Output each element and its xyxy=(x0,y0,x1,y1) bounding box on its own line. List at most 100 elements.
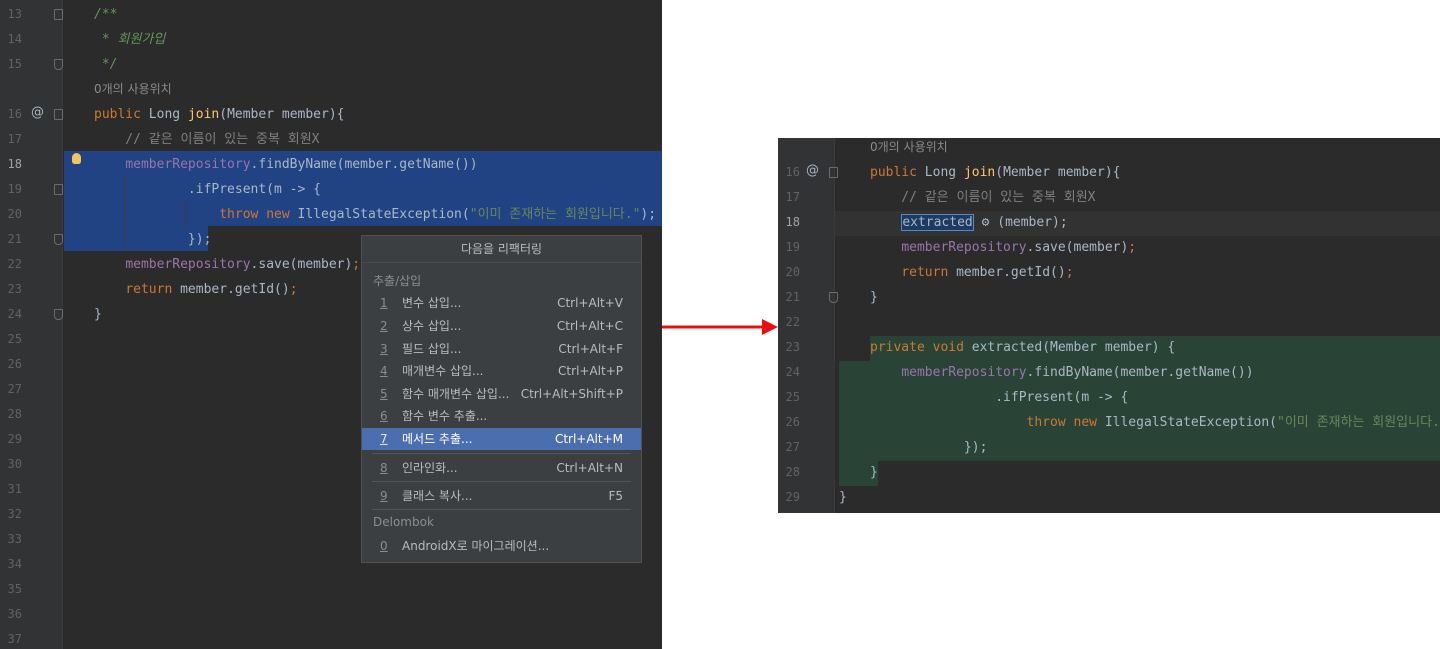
code-line: 14 * 회원가입 xyxy=(0,27,662,52)
close-brace: } xyxy=(94,307,102,322)
code-line: 20 throw new IllegalStateException("이미 존… xyxy=(0,202,662,227)
line-number: 18 xyxy=(785,215,800,229)
fold-marker-icon[interactable] xyxy=(54,184,63,195)
fold-end-icon[interactable] xyxy=(54,234,63,245)
section-header-delombok: Delombok xyxy=(373,515,434,529)
menu-item-introduce-parameter[interactable]: 4 매개변수 삽입... Ctrl+Alt+P xyxy=(362,360,641,382)
rename-field[interactable]: extracted xyxy=(901,214,974,231)
menu-item-introduce-functional-variable[interactable]: 6 함수 변수 추출... xyxy=(362,405,641,427)
javadoc-open: /** xyxy=(94,7,118,22)
save-call: memberRepository.save(member); xyxy=(901,240,1137,255)
line-number: 28 xyxy=(785,465,800,479)
menu-item-introduce-functional-parameter[interactable]: 5 함수 매개변수 삽입... Ctrl+Alt+Shift+P xyxy=(362,383,641,405)
close-brace-outer: } xyxy=(839,490,847,505)
code-line: 26 throw new IllegalStateException("이미 존… xyxy=(778,410,1440,435)
menu-item-introduce-field[interactable]: 3 필드 삽입... Ctrl+Alt+F xyxy=(362,338,641,360)
line-number: 27 xyxy=(785,440,800,454)
menu-item-introduce-constant[interactable]: 2 상수 삽입... Ctrl+Alt+C xyxy=(362,315,641,337)
javadoc-text: * 회원가입 xyxy=(94,32,166,47)
line-number: 22 xyxy=(7,257,22,271)
code-line: 19 memberRepository.save(member); xyxy=(778,235,1440,260)
return-statement: return member.getId(); xyxy=(901,265,1074,280)
code-line: 16 public Long join(Member member){ xyxy=(778,160,1440,185)
fold-marker-icon[interactable] xyxy=(54,109,63,120)
find-by-name-call: memberRepository.findByName(member.getNa… xyxy=(901,365,1254,380)
line-number: 24 xyxy=(7,307,22,321)
popup-title: 다음을 리팩터링 xyxy=(362,236,641,263)
code-line: 19 .ifPresent(m -> { xyxy=(0,177,662,202)
menu-separator xyxy=(372,509,631,510)
line-number: 22 xyxy=(785,315,800,329)
fold-marker-icon[interactable] xyxy=(54,9,63,20)
join-signature: public Long join(Member member){ xyxy=(870,165,1121,180)
line-number: 17 xyxy=(7,132,22,146)
close-brace: } xyxy=(870,465,878,480)
menu-separator xyxy=(372,481,631,482)
line-number: 29 xyxy=(785,490,800,504)
override-marker-icon[interactable]: @ xyxy=(806,163,819,178)
line-number: 25 xyxy=(785,390,800,404)
line-number: 28 xyxy=(7,407,22,421)
line-number: 25 xyxy=(7,332,22,346)
code-line: 21 } xyxy=(778,285,1440,310)
line-number: 20 xyxy=(785,265,800,279)
code-line: 18 extracted ⚙ (member); xyxy=(778,210,1440,235)
throw-statement: throw new IllegalStateException("이미 존재하는… xyxy=(1026,415,1440,430)
usage-hint-line: 0개의 사용위치 xyxy=(0,77,662,102)
line-number: 21 xyxy=(785,290,800,304)
code-line: 17 // 같은 이름이 있는 중복 회원X xyxy=(0,127,662,152)
left-code-editor[interactable]: 13 /** 14 * 회원가입 15 */ 0개의 사용위치 16 publi… xyxy=(0,0,662,649)
override-marker-icon[interactable]: @ xyxy=(31,105,44,120)
throw-statement: throw new IllegalStateException("이미 존재하는… xyxy=(219,207,657,222)
menu-item-extract-method[interactable]: 7 메서드 추출... Ctrl+Alt+M xyxy=(362,428,641,450)
close-lambda: }); xyxy=(94,232,212,247)
lightbulb-icon[interactable] xyxy=(72,153,81,164)
line-number: 24 xyxy=(785,365,800,379)
code-line: 27 }); xyxy=(778,435,1440,460)
right-code-editor[interactable]: 0개의 사용위치 16 public Long join(Member memb… xyxy=(778,138,1440,513)
usage-hint[interactable]: 0개의 사용위치 xyxy=(94,77,172,102)
fold-end-icon[interactable] xyxy=(829,292,838,303)
code-line: 15 */ xyxy=(0,52,662,77)
fold-end-icon[interactable] xyxy=(54,309,63,320)
code-line: 16 public Long join(Member member){ xyxy=(0,102,662,127)
menu-item-introduce-variable[interactable]: 1 변수 삽입... Ctrl+Alt+V xyxy=(362,292,641,314)
line-number: 17 xyxy=(785,190,800,204)
line-number: 34 xyxy=(7,557,22,571)
line-number: 36 xyxy=(7,607,22,621)
line-number: 21 xyxy=(7,232,22,246)
return-statement: return member.getId(); xyxy=(125,282,298,297)
usage-hint[interactable]: 0개의 사용위치 xyxy=(870,138,948,160)
line-number: 37 xyxy=(7,632,22,646)
close-brace: } xyxy=(870,290,878,305)
code-line: 20 return member.getId(); xyxy=(778,260,1440,285)
menu-separator xyxy=(372,453,631,454)
line-number: 16 xyxy=(785,165,800,179)
refactor-this-popup: 다음을 리팩터링 추출/삽입 1 변수 삽입... Ctrl+Alt+V 2 상… xyxy=(361,235,642,563)
section-header-extract: 추출/삽입 xyxy=(373,274,422,288)
extracted-method-signature: private void extracted(Member member) { xyxy=(870,340,1176,355)
join-signature: public Long join(Member member){ xyxy=(94,107,345,122)
code-comment: // 같은 이름이 있는 중복 회원X xyxy=(870,190,1096,205)
transition-arrow-icon xyxy=(662,319,778,335)
code-line: 28 } xyxy=(778,460,1440,485)
line-number: 18 xyxy=(7,157,22,171)
fold-marker-icon[interactable] xyxy=(829,167,838,178)
code-line: 35 xyxy=(0,577,662,602)
menu-item-inline[interactable]: 8 인라인화... Ctrl+Alt+N xyxy=(362,457,641,479)
menu-item-copy-class[interactable]: 9 클래스 복사... F5 xyxy=(362,485,641,507)
code-line: 18 memberRepository.findByName(member.ge… xyxy=(0,152,662,177)
code-line: 22 xyxy=(778,310,1440,335)
javadoc-close: */ xyxy=(94,57,118,72)
menu-item-migrate-androidx[interactable]: 0 AndroidX로 마이그레이션... xyxy=(362,535,641,557)
fold-end-icon[interactable] xyxy=(54,59,63,70)
code-line: 13 /** xyxy=(0,2,662,27)
line-number: 23 xyxy=(785,340,800,354)
line-number: 26 xyxy=(7,357,22,371)
code-line: 24 memberRepository.findByName(member.ge… xyxy=(778,360,1440,385)
line-number: 29 xyxy=(7,432,22,446)
if-present-call: .ifPresent(m -> { xyxy=(94,182,321,197)
code-line: 36 xyxy=(0,602,662,627)
find-by-name-call: memberRepository.findByName(member.getNa… xyxy=(125,157,478,172)
line-number: 35 xyxy=(7,582,22,596)
